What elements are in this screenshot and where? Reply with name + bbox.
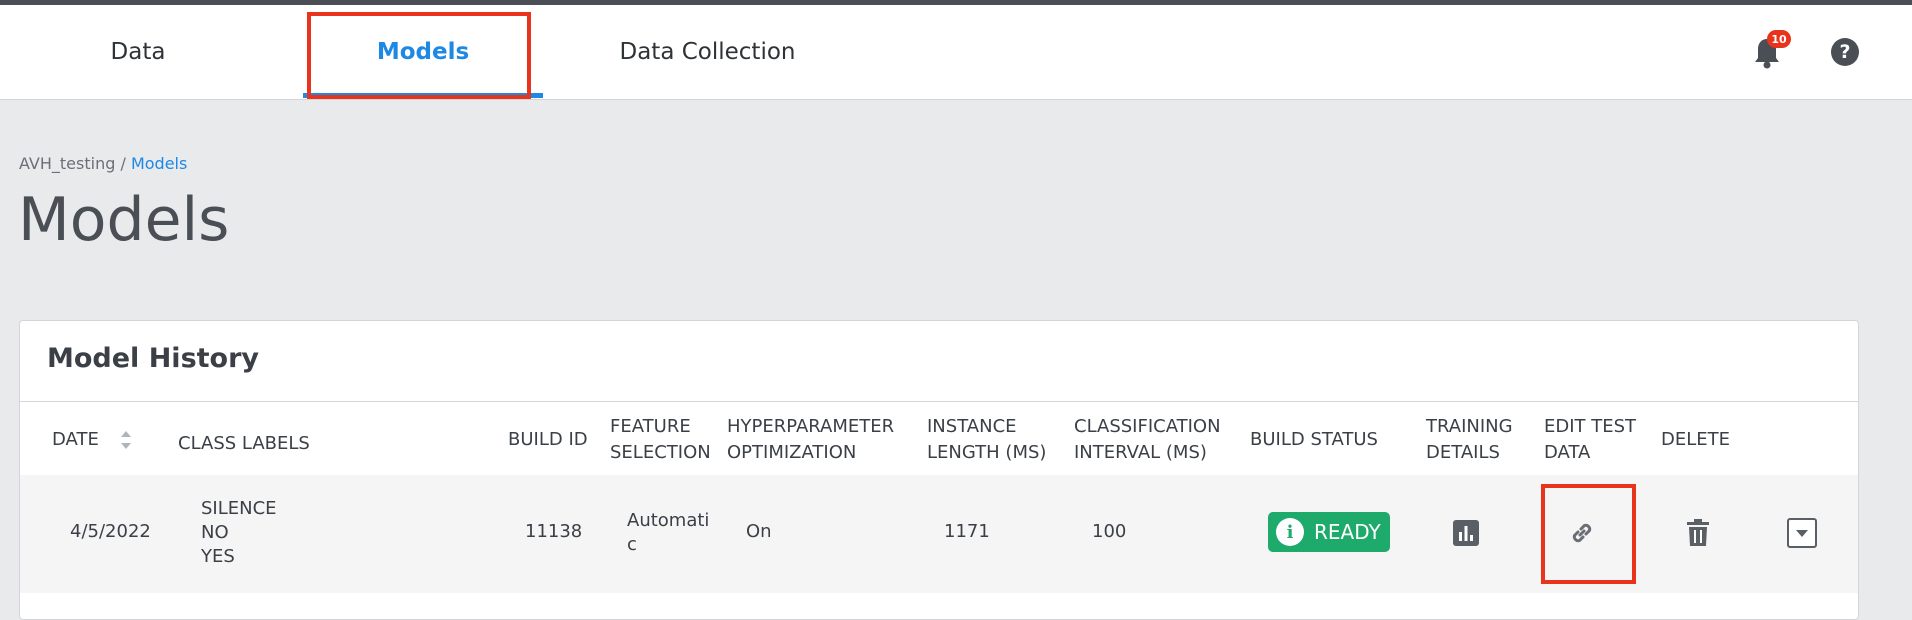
cell-date: 4/5/2022: [70, 521, 151, 542]
cell-hyperparameter-optimization: On: [746, 521, 772, 542]
header-edit-test-data: EDIT TEST DATA: [1544, 416, 1637, 463]
notification-badge: 10: [1767, 30, 1791, 48]
header-training-details: TRAINING DETAILS: [1426, 416, 1513, 463]
class-label: SILENCE: [201, 498, 277, 519]
breadcrumb-project[interactable]: AVH_testing: [19, 154, 115, 173]
tab-data-collection[interactable]: Data Collection: [600, 5, 815, 99]
active-tab-underline: [303, 93, 543, 98]
row-expand-button[interactable]: [1787, 518, 1817, 548]
bar-chart-icon[interactable]: [1452, 519, 1480, 547]
cell-build-id: 11138: [525, 521, 583, 542]
class-label: YES: [201, 546, 235, 567]
header-class-labels: CLASS LABELS: [178, 433, 310, 454]
status-label: READY: [1314, 520, 1381, 544]
cell-class-labels: SILENCE NO YES: [201, 497, 277, 569]
tab-data[interactable]: Data: [50, 5, 226, 99]
header-feature-selection: FEATURE SELECTION: [610, 416, 711, 463]
breadcrumb-separator: /: [115, 154, 131, 173]
sort-icon[interactable]: [120, 429, 132, 451]
status-badge: i READY: [1268, 512, 1390, 552]
header-delete: DELETE: [1661, 429, 1731, 450]
model-history-card: Model History DATE CLASS LABELS BUILD ID…: [19, 320, 1859, 620]
card-title: Model History: [47, 343, 260, 374]
breadcrumb-current[interactable]: Models: [131, 154, 187, 173]
info-icon: i: [1276, 518, 1304, 546]
cell-classification-interval: 100: [1092, 521, 1127, 542]
header-classification-interval: CLASSIFICATION INTERVAL (MS): [1074, 416, 1221, 463]
cell-instance-length: 1171: [944, 521, 990, 542]
header-hyperparameter-optimization: HYPERPARAMETER OPTIMIZATION: [727, 416, 895, 463]
help-icon[interactable]: ?: [1831, 38, 1859, 66]
header-instance-length: INSTANCE LENGTH (MS): [927, 416, 1047, 463]
header-build-status: BUILD STATUS: [1250, 429, 1378, 450]
cell-feature-selection: Automatic: [627, 510, 710, 555]
card-divider: [20, 401, 1858, 402]
top-navbar: Data Models Data Collection: [0, 5, 1912, 100]
class-label: NO: [201, 522, 229, 543]
header-date[interactable]: DATE: [52, 427, 99, 453]
tab-models[interactable]: Models: [303, 5, 543, 99]
page-title: Models: [18, 185, 230, 255]
link-icon[interactable]: [1566, 517, 1598, 549]
header-build-id: BUILD ID: [508, 429, 588, 450]
breadcrumb: AVH_testing / Models: [19, 154, 187, 173]
chevron-down-icon: [1796, 530, 1808, 537]
trash-icon[interactable]: [1685, 518, 1711, 548]
